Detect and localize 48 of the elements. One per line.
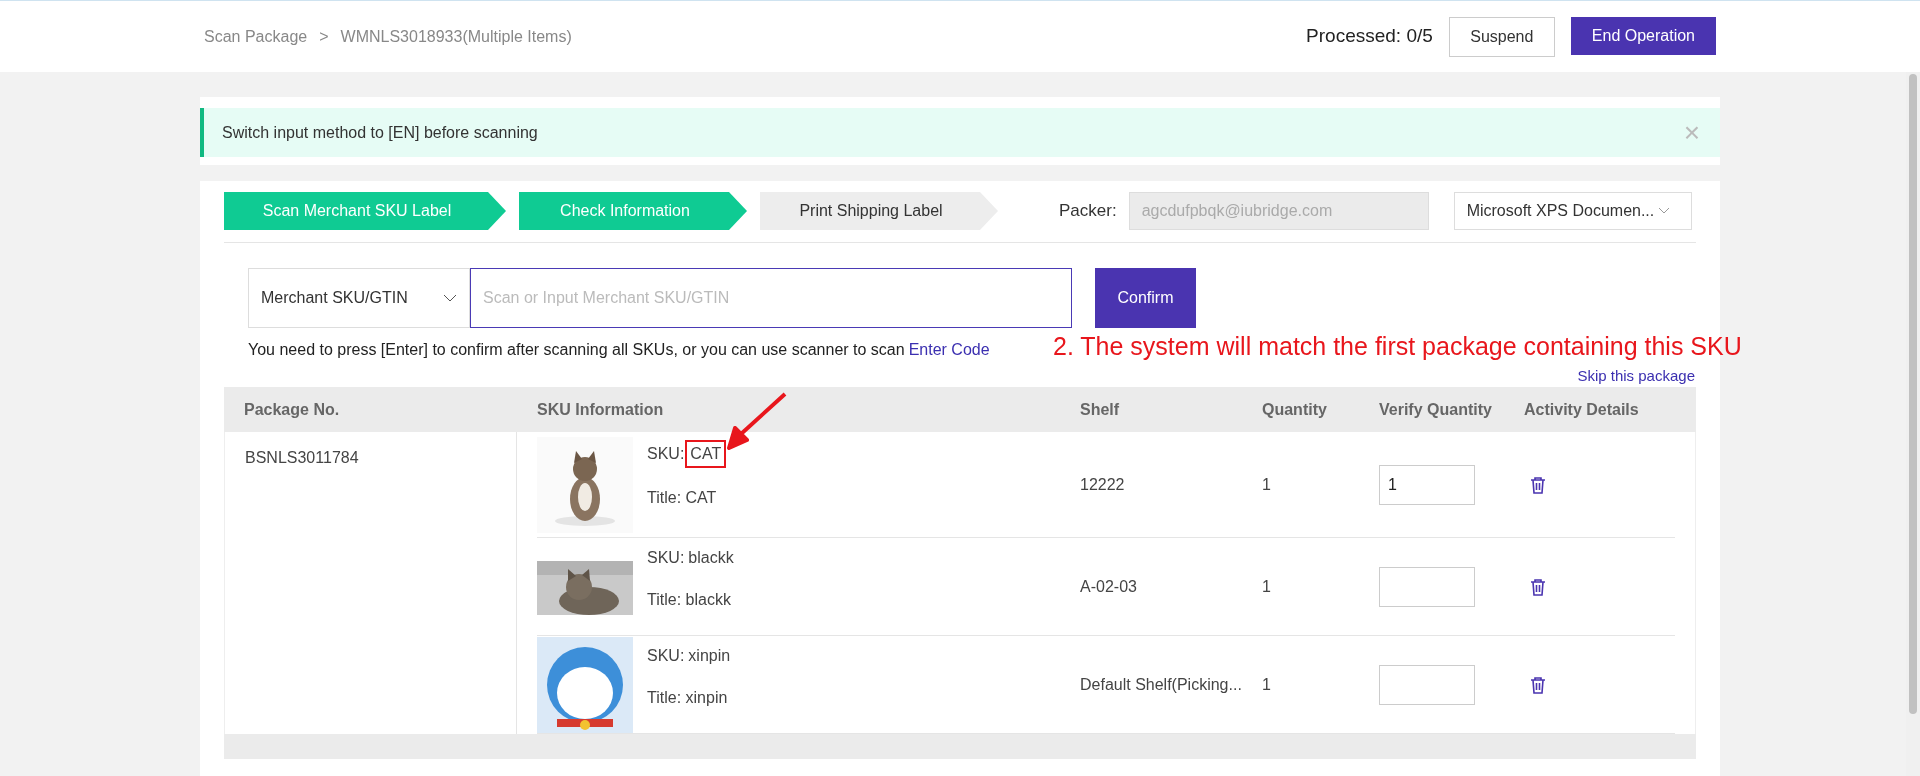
chevron-down-icon [443,294,457,302]
verify-quantity-field[interactable] [1379,664,1475,705]
breadcrumb-link[interactable]: WMNLS3018933(Multiple Items) [340,24,572,49]
skip-package-link[interactable]: Skip this package [1577,367,1695,385]
packer-label: Packer: [1059,200,1117,223]
quantity-cell-text: 1 [1262,474,1272,495]
end-operation-button[interactable]: End Operation [1570,16,1716,55]
verify-quantity-field[interactable]: 1 [1379,464,1475,505]
column-header: Verify Quantity [1379,399,1493,420]
notice-text: Switch input method to [EN] before scanning [222,122,538,143]
sku-title: Title: CAT [647,488,718,508]
column-header: SKU Information [537,399,665,420]
suspend-button[interactable]: Suspend [1448,16,1555,57]
shelf-cell-text: Default Shelf(Picking... [1080,674,1243,695]
enter-code-link[interactable]: Enter Code [908,338,990,362]
column-header: Package No. [243,399,341,420]
column-header: Shelf [1080,399,1121,420]
confirm-button[interactable]: Confirm [1095,268,1196,328]
quantity-cell-text: 1 [1262,576,1272,597]
sku-value: blackk [688,548,734,568]
trash-icon[interactable] [1530,675,1546,694]
breadcrumb-link[interactable]: Scan Package [204,24,308,49]
verify-quantity-field[interactable] [1379,566,1475,607]
sku-title: Title: blackk [647,590,732,610]
shelf-cell-text: 12222 [1080,474,1126,495]
column-header: Quantity [1262,399,1328,420]
package-number: BSNLS3011784 [245,449,359,466]
sku-label: SKU: [647,646,685,666]
annotation-arrow [727,392,787,450]
sku-label: SKU: [647,444,685,464]
sku-label: SKU: [647,548,685,568]
processed-count: Processed: 0/5 [1306,24,1433,49]
scan-type-select[interactable]: Merchant SKU/GTIN [248,268,470,328]
breadcrumb-separator: > [319,26,329,47]
column-header: Activity Details [1524,399,1640,420]
hint-text: You need to press [Enter] to confirm after scanning all SKUs, or you can use scanner to scan [248,340,905,360]
shelf-cell-text: A-02-03 [1080,576,1138,597]
highlighted-sku-value: CAT [685,440,727,468]
annotation-text: 2. The system will match the first package containing this SKU [1053,333,1742,359]
scrollbar-thumb[interactable] [1909,74,1917,714]
trash-icon[interactable] [1530,577,1546,596]
sku-title: Title: xinpin [647,688,729,708]
trash-icon[interactable] [1530,475,1546,494]
scan-input-field[interactable]: Scan or Input Merchant SKU/GTIN [470,268,1072,328]
printer-select[interactable]: Microsoft XPS Documen... [1453,192,1692,230]
chevron-down-icon [1658,207,1671,215]
sku-value: xinpin [688,646,731,666]
quantity-cell-text: 1 [1262,674,1272,695]
